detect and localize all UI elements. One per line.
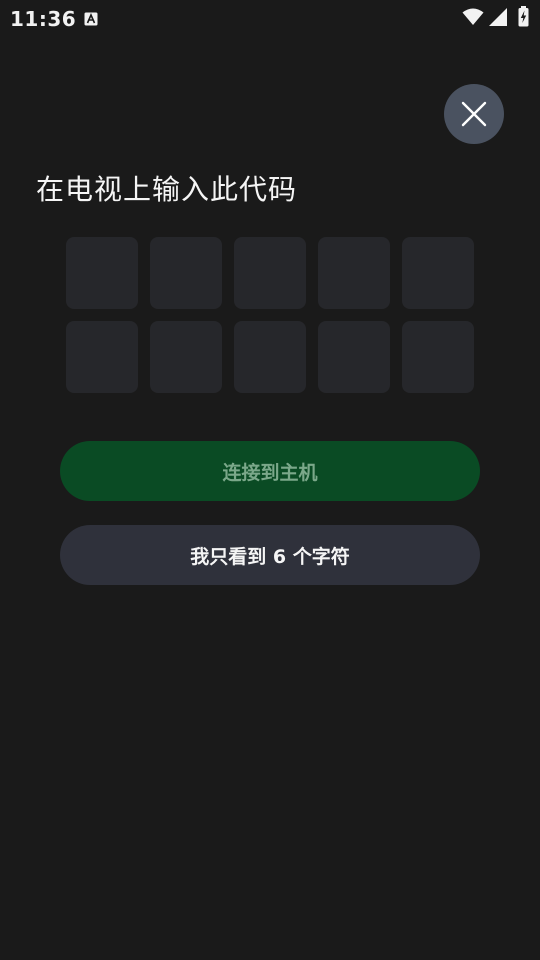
- code-input-box-6[interactable]: [66, 321, 138, 393]
- code-grid: [66, 237, 474, 393]
- code-input-box-1[interactable]: [66, 237, 138, 309]
- status-time: 11:36: [10, 7, 77, 31]
- code-input-box-10[interactable]: [402, 321, 474, 393]
- code-input-box-3[interactable]: [234, 237, 306, 309]
- code-input-box-8[interactable]: [234, 321, 306, 393]
- battery-charging-icon: [518, 6, 529, 27]
- close-icon: [461, 101, 487, 127]
- code-input-box-9[interactable]: [318, 321, 390, 393]
- close-button[interactable]: [444, 84, 504, 144]
- only-six-characters-button[interactable]: 我只看到 6 个字符: [60, 525, 480, 585]
- connect-to-host-button[interactable]: 连接到主机: [60, 441, 480, 501]
- signal-icon: [489, 8, 507, 26]
- code-input-box-5[interactable]: [402, 237, 474, 309]
- code-input-box-2[interactable]: [150, 237, 222, 309]
- status-bar: 11:36: [0, 0, 540, 36]
- page-title: 在电视上输入此代码: [36, 173, 298, 206]
- a-letter-icon: [84, 11, 98, 26]
- wifi-icon: [462, 8, 484, 26]
- code-input-box-4[interactable]: [318, 237, 390, 309]
- code-input-box-7[interactable]: [150, 321, 222, 393]
